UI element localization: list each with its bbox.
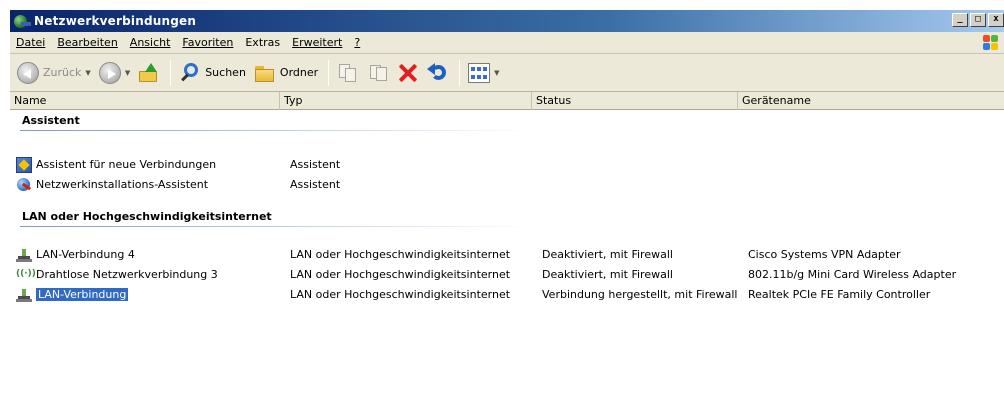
item-typ: Assistent bbox=[290, 178, 341, 191]
chevron-down-icon[interactable]: ▼ bbox=[125, 69, 130, 77]
item-typ: LAN oder Hochgeschwindigkeitsinternet bbox=[290, 248, 511, 261]
toolbar-separator bbox=[328, 59, 330, 86]
delete-icon bbox=[397, 62, 419, 84]
list-item-selected[interactable]: LAN-Verbindung LAN oder Hochgeschwindigk… bbox=[10, 286, 1004, 304]
move-to-button[interactable] bbox=[334, 58, 362, 88]
copy-to-button[interactable] bbox=[364, 58, 392, 88]
list-item[interactable]: ((·)) Drahtlose Netzwerkverbindung 3 LAN… bbox=[10, 266, 1004, 284]
group-header-lan: LAN oder Hochgeschwindigkeitsinternet bbox=[10, 210, 530, 227]
windows-logo-icon bbox=[982, 34, 1000, 52]
item-status: Deaktiviert, mit Firewall bbox=[542, 268, 673, 281]
item-device: 802.11b/g Mini Card Wireless Adapter bbox=[748, 268, 957, 281]
toolbar-separator bbox=[170, 59, 172, 86]
item-typ: Assistent bbox=[290, 158, 341, 171]
close-button[interactable]: x bbox=[988, 13, 1004, 27]
list-item[interactable]: Netzwerkinstallations-Assistent Assisten… bbox=[10, 176, 1004, 194]
group-divider bbox=[20, 130, 530, 131]
delete-button[interactable] bbox=[394, 58, 422, 88]
maximize-button[interactable]: □ bbox=[970, 13, 986, 27]
menu-datei[interactable]: Datei bbox=[16, 36, 45, 49]
forward-button[interactable]: ▼ bbox=[96, 58, 133, 88]
list-item[interactable]: Assistent für neue Verbindungen Assisten… bbox=[10, 156, 1004, 174]
lan-connection-icon bbox=[16, 287, 32, 303]
item-name: LAN-Verbindung bbox=[36, 288, 129, 301]
forward-arrow-icon bbox=[98, 61, 121, 84]
copy-to-folder-icon bbox=[367, 62, 389, 84]
column-header-name[interactable]: Name bbox=[10, 92, 280, 110]
item-name: Drahtlose Netzwerkverbindung 3 bbox=[36, 268, 218, 281]
search-label: Suchen bbox=[205, 66, 246, 79]
menu-extras[interactable]: Extras bbox=[245, 36, 280, 49]
menu-help[interactable]: ? bbox=[354, 36, 360, 49]
window-controls: _ □ x bbox=[952, 13, 1004, 27]
folder-icon bbox=[254, 63, 276, 83]
undo-icon bbox=[427, 62, 449, 84]
views-icon bbox=[468, 62, 491, 83]
menu-bearbeiten[interactable]: Bearbeiten bbox=[57, 36, 117, 49]
group-divider bbox=[20, 226, 530, 227]
chevron-down-icon[interactable]: ▼ bbox=[494, 69, 499, 77]
menu-favoriten[interactable]: Favoriten bbox=[182, 36, 233, 49]
folders-button[interactable]: Ordner bbox=[251, 58, 321, 88]
toolbar: Zurück ▼ ▼ Suchen Ordner ▼ bbox=[10, 54, 1004, 92]
up-folder-button[interactable] bbox=[135, 58, 163, 88]
column-header-status[interactable]: Status bbox=[532, 92, 738, 110]
folder-up-icon bbox=[138, 62, 160, 83]
item-status: Verbindung hergestellt, mit Firewall bbox=[542, 288, 738, 301]
back-label: Zurück bbox=[43, 66, 82, 79]
menu-erweitert[interactable]: Erweitert bbox=[292, 36, 342, 49]
item-typ: LAN oder Hochgeschwindigkeitsinternet bbox=[290, 288, 511, 301]
network-connections-icon bbox=[14, 13, 31, 29]
list-item[interactable]: LAN-Verbindung 4 LAN oder Hochgeschwindi… bbox=[10, 246, 1004, 264]
wireless-connection-icon: ((·)) bbox=[16, 269, 36, 279]
back-arrow-icon bbox=[17, 61, 39, 84]
search-icon bbox=[179, 62, 201, 84]
network-setup-wizard-icon bbox=[16, 177, 32, 193]
minimize-button[interactable]: _ bbox=[952, 13, 968, 27]
item-name: Netzwerkinstallations-Assistent bbox=[36, 178, 209, 191]
group-header-assistent: Assistent bbox=[10, 114, 530, 131]
move-to-folder-icon bbox=[337, 62, 359, 84]
column-header-geraetename[interactable]: Gerätename bbox=[738, 92, 1004, 110]
new-connection-wizard-icon bbox=[16, 157, 32, 173]
column-header-typ[interactable]: Typ bbox=[280, 92, 532, 110]
folders-label: Ordner bbox=[279, 66, 319, 79]
item-typ: LAN oder Hochgeschwindigkeitsinternet bbox=[290, 268, 511, 281]
item-status: Deaktiviert, mit Firewall bbox=[542, 248, 673, 261]
undo-button[interactable] bbox=[424, 58, 452, 88]
item-name: Assistent für neue Verbindungen bbox=[36, 158, 217, 171]
connections-list: Assistent Assistent für neue Verbindunge… bbox=[10, 110, 1004, 397]
column-header-row: Name Typ Status Gerätename bbox=[10, 92, 1004, 110]
views-button[interactable]: ▼ bbox=[465, 58, 502, 88]
chevron-down-icon[interactable]: ▼ bbox=[85, 69, 90, 77]
item-name: LAN-Verbindung 4 bbox=[36, 248, 135, 261]
window-title: Netzwerkverbindungen bbox=[34, 14, 197, 28]
item-device: Realtek PCIe FE Family Controller bbox=[748, 288, 931, 301]
menu-bar: Datei Bearbeiten Ansicht Favoriten Extra… bbox=[10, 32, 1004, 54]
toolbar-separator bbox=[459, 59, 461, 86]
window-titlebar[interactable]: Netzwerkverbindungen _ □ x bbox=[10, 10, 1004, 32]
back-button[interactable]: Zurück ▼ bbox=[14, 58, 94, 88]
item-device: Cisco Systems VPN Adapter bbox=[748, 248, 901, 261]
menu-ansicht[interactable]: Ansicht bbox=[130, 36, 171, 49]
lan-connection-icon bbox=[16, 247, 32, 263]
search-button[interactable]: Suchen bbox=[176, 58, 249, 88]
